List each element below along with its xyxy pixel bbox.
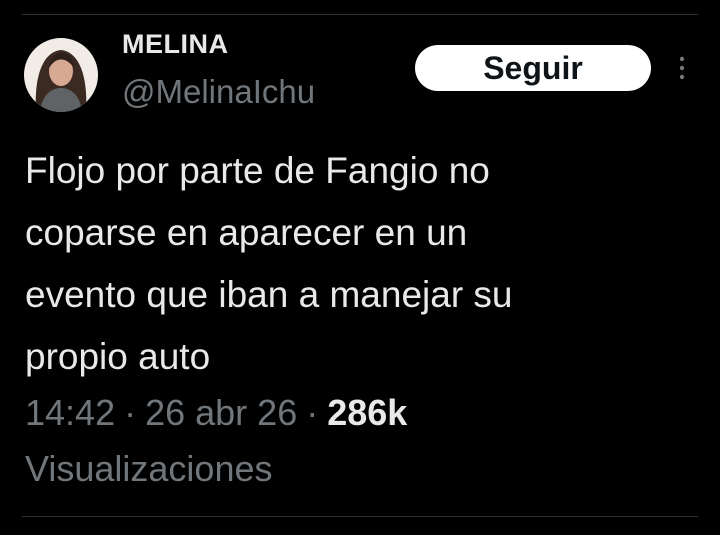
bottom-divider <box>22 516 698 517</box>
follow-button[interactable]: Seguir <box>415 45 651 91</box>
tweet-text: Flojo por parte de Fangio no coparse en … <box>25 140 665 388</box>
meta-separator: · <box>306 392 319 433</box>
more-vertical-icon[interactable] <box>672 55 692 81</box>
tweet-text-line: coparse en aparecer en un <box>25 212 468 253</box>
tweet-text-line: Flojo por parte de Fangio no <box>25 150 490 191</box>
author-handle[interactable]: @MelinaIchu <box>122 73 315 111</box>
tweet-time[interactable]: 14:42 <box>25 392 115 433</box>
author-display-name[interactable]: MELINA <box>122 29 229 60</box>
tweet-date[interactable]: 26 abr 26 <box>145 392 297 433</box>
avatar[interactable] <box>24 38 98 112</box>
views-label: Visualizaciones <box>25 448 273 489</box>
views-count: 286k <box>327 392 408 433</box>
tweet-text-line: evento que iban a manejar su <box>25 274 513 315</box>
top-divider <box>22 14 698 15</box>
tweet-meta: 14:42 · 26 abr 26 · 286k <box>25 387 407 439</box>
tweet-text-line: propio auto <box>25 336 211 377</box>
meta-separator: · <box>124 392 137 433</box>
avatar-photo-icon <box>24 38 98 112</box>
